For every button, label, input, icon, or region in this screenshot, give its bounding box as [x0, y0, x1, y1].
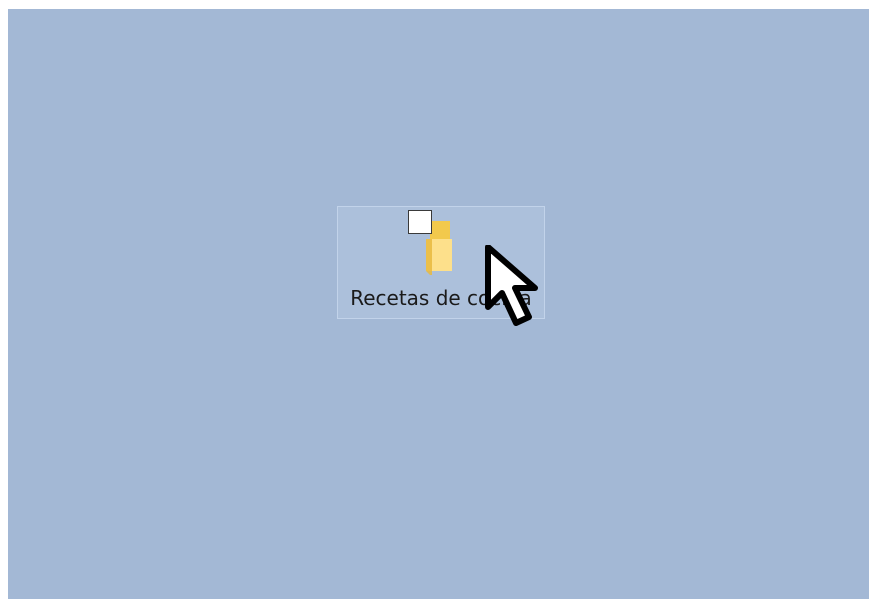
item-select-checkbox[interactable] [408, 210, 432, 234]
screen-frame: Recetas de cocina [0, 0, 869, 599]
mouse-pointer-icon [485, 245, 538, 326]
desktop[interactable]: Recetas de cocina [8, 9, 869, 599]
